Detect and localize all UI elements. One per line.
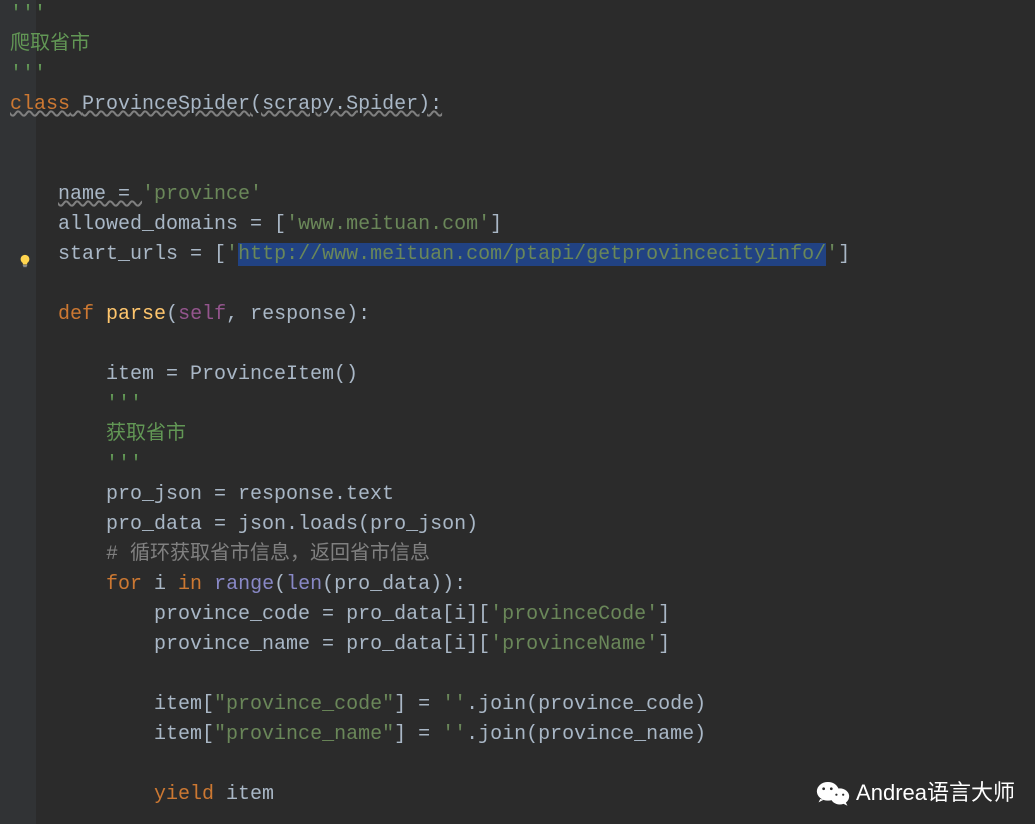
keyword-in: in <box>178 573 202 596</box>
code-line: item = ProvinceItem() <box>106 363 358 386</box>
watermark: Andrea语言大师 <box>816 778 1015 808</box>
docstring-quote: ''' <box>106 453 142 476</box>
keyword-for: for <box>106 573 142 596</box>
keyword-def: def <box>58 303 94 326</box>
assign-domains: allowed_domains = [ <box>58 213 286 236</box>
string-literal: "province_name" <box>214 723 394 746</box>
code-line: province_code = pro_data[i][ <box>154 603 490 626</box>
function-name: parse <box>106 303 166 326</box>
builtin-range: range <box>214 573 274 596</box>
string-literal: '' <box>442 693 466 716</box>
docstring-text: 爬取省市 <box>10 33 90 56</box>
code-content: ''' 爬取省市 ''' class ProvinceSpider(scrapy… <box>10 0 850 810</box>
docstring-quote: ''' <box>106 393 142 416</box>
string-literal: 'provinceName' <box>490 633 658 656</box>
wechat-icon <box>816 779 850 807</box>
code-line: province_name = pro_data[i][ <box>154 633 490 656</box>
comment: # 循环获取省市信息，返回省市信息 <box>106 543 430 566</box>
self-param: self <box>178 303 226 326</box>
assign-urls: start_urls = [ <box>58 243 226 266</box>
string-literal: '' <box>442 723 466 746</box>
watermark-text: Andrea语言大师 <box>856 778 1015 808</box>
string-literal: 'province' <box>142 183 262 206</box>
code-line: pro_data = json.loads(pro_json) <box>106 513 478 536</box>
string-literal: 'www.meituan.com' <box>286 213 490 236</box>
assign-name: name = <box>58 183 142 206</box>
url-selection: http://www.meituan.com/ptapi/getprovince… <box>238 243 826 266</box>
docstring-quote: ''' <box>10 3 46 26</box>
keyword-class: class <box>10 93 70 116</box>
code-line: pro_json = response.text <box>106 483 394 506</box>
docstring-quote: ''' <box>10 63 46 86</box>
builtin-len: len <box>286 573 322 596</box>
string-literal: 'provinceCode' <box>490 603 658 626</box>
class-base: (scrapy.Spider): <box>250 93 442 116</box>
code-editor[interactable]: ''' 爬取省市 ''' class ProvinceSpider(scrapy… <box>10 0 850 810</box>
keyword-yield: yield <box>154 783 214 806</box>
class-name: ProvinceSpider <box>82 93 250 116</box>
docstring-text: 获取省市 <box>106 423 186 446</box>
string-literal: "province_code" <box>214 693 394 716</box>
